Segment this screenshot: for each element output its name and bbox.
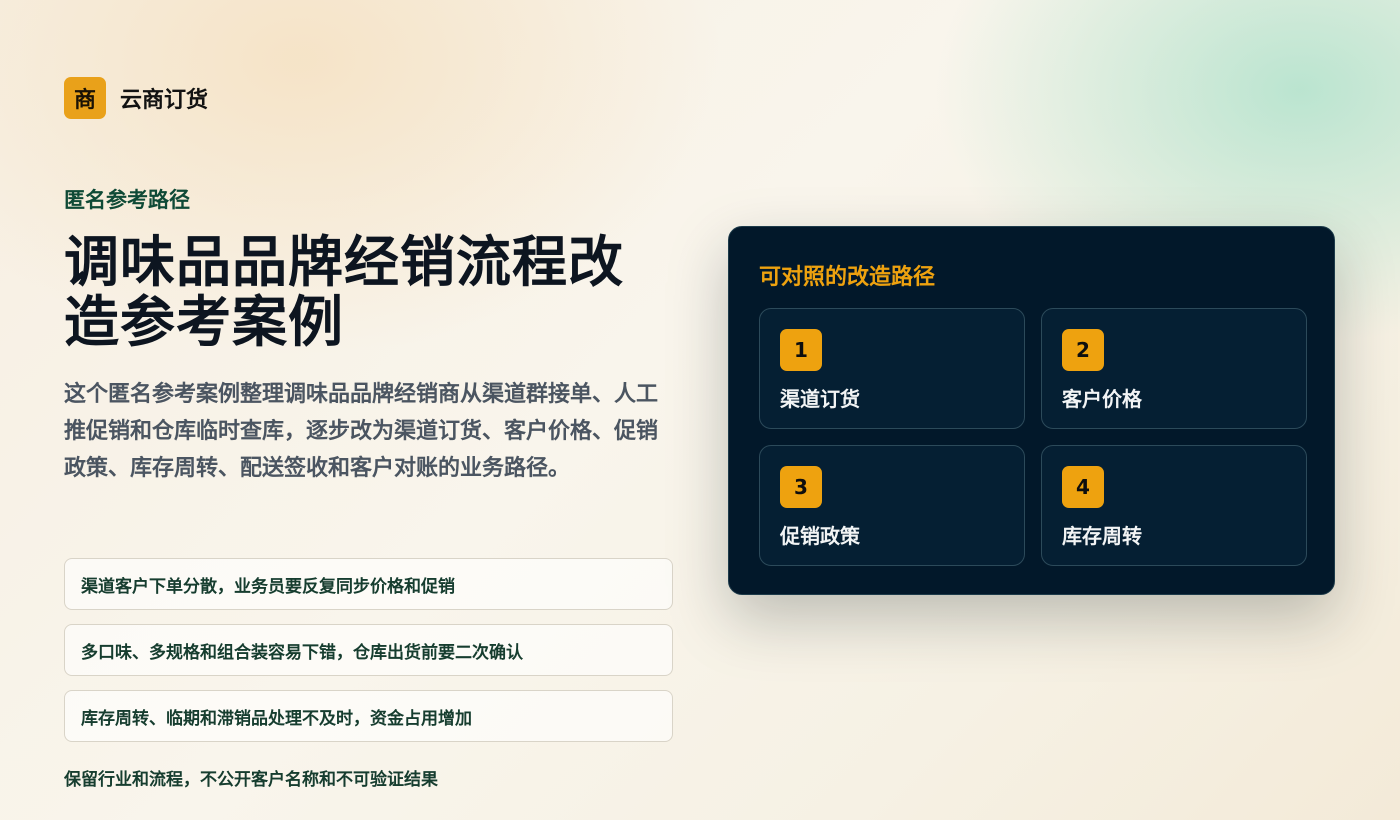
brand-name: 云商订货 [120,88,209,113]
step-number-badge: 1 [780,329,822,371]
step-number-badge: 2 [1062,329,1104,371]
path-step-tile: 1 渠道订货 [759,308,1025,429]
reform-path-card: 可对照的改造路径 1 渠道订货 2 客户价格 3 促销政策 4 库存周转 [728,226,1335,595]
pain-point-list: 渠道客户下单分散，业务员要反复同步价格和促销 多口味、多规格和组合装容易下错，仓… [64,558,673,756]
card-title: 可对照的改造路径 [759,265,936,290]
pain-point-item: 库存周转、临期和滞销品处理不及时，资金占用增加 [64,690,673,742]
brand-mark-icon: 商 [64,77,106,119]
lede-paragraph: 这个匿名参考案例整理调味品品牌经销商从渠道群接单、人工推促销和仓库临时查库，逐步… [64,382,659,481]
step-label: 促销政策 [780,524,860,548]
step-label: 客户价格 [1062,387,1142,411]
pain-point-item: 多口味、多规格和组合装容易下错，仓库出货前要二次确认 [64,624,673,676]
page-title: 调味品品牌经销流程改造参考案例 [64,230,625,354]
step-label: 库存周转 [1062,524,1142,548]
path-step-tile: 3 促销政策 [759,445,1025,566]
eyebrow-label: 匿名参考路径 [64,188,190,212]
path-step-tile: 4 库存周转 [1041,445,1307,566]
brand-logo[interactable]: 商 云商订货 [64,77,208,119]
disclaimer-note: 保留行业和流程，不公开客户名称和不可验证结果 [64,770,438,790]
step-number-badge: 3 [780,466,822,508]
step-label: 渠道订货 [780,387,860,411]
pain-point-item: 渠道客户下单分散，业务员要反复同步价格和促销 [64,558,673,610]
path-step-tile: 2 客户价格 [1041,308,1307,429]
step-number-badge: 4 [1062,466,1104,508]
